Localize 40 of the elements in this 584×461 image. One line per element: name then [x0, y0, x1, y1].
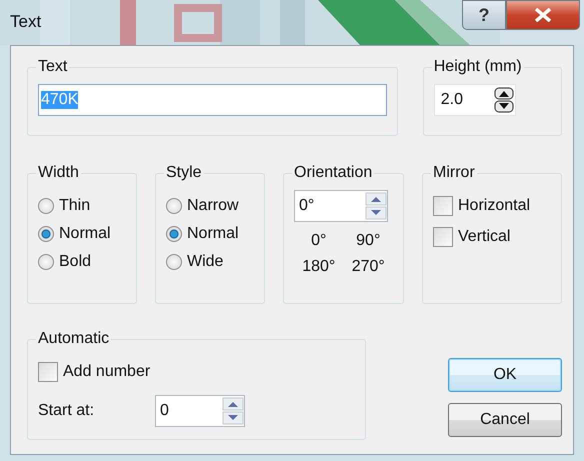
radio-button[interactable]	[166, 226, 182, 242]
angle-preset[interactable]: 90°	[356, 232, 380, 250]
height-field[interactable]: 2.0	[434, 84, 516, 116]
group-label: Text	[37, 58, 68, 76]
help-button[interactable]: ?	[462, 0, 506, 30]
dialog-button[interactable]: OK	[448, 358, 562, 392]
angle-field[interactable]: 0°	[294, 190, 388, 222]
angle-preset[interactable]: 0°	[311, 232, 326, 250]
angle-preset[interactable]: 180°	[302, 258, 336, 276]
dialog-button[interactable]: Cancel	[448, 403, 562, 437]
group-label: Height (mm)	[432, 58, 523, 76]
radio-button[interactable]	[166, 254, 182, 270]
checkbox[interactable]	[38, 362, 58, 382]
checkbox-label: Add number	[63, 363, 150, 381]
checkbox[interactable]	[433, 196, 453, 216]
spin-button[interactable]	[492, 86, 515, 114]
start-field[interactable]: 0	[155, 395, 245, 427]
radio-button[interactable]	[38, 254, 54, 270]
option-label: Narrow	[187, 197, 239, 215]
group-label: Automatic	[37, 330, 110, 348]
option-label: Normal	[59, 225, 111, 243]
checkbox-label: Vertical	[458, 228, 510, 246]
angle-preset[interactable]: 270°	[352, 258, 385, 276]
group-label: Width	[37, 164, 80, 182]
group-label: Orientation	[293, 164, 374, 182]
checkbox[interactable]	[433, 226, 453, 246]
group-label: Style	[165, 164, 203, 182]
group-label: Mirror	[432, 164, 476, 182]
close-icon	[534, 8, 552, 22]
radio-button[interactable]	[38, 226, 54, 242]
checkbox-label: Horizontal	[458, 196, 530, 214]
close-button[interactable]	[506, 0, 580, 30]
radio-button[interactable]	[166, 198, 182, 214]
radio-button[interactable]	[38, 198, 54, 214]
window-title: Text	[10, 12, 42, 32]
option-label: Bold	[59, 253, 92, 271]
option-label: Wide	[187, 253, 224, 271]
option-label: Normal	[187, 225, 239, 243]
field-label: Start at:	[38, 402, 96, 420]
option-label: Thin	[59, 197, 90, 215]
